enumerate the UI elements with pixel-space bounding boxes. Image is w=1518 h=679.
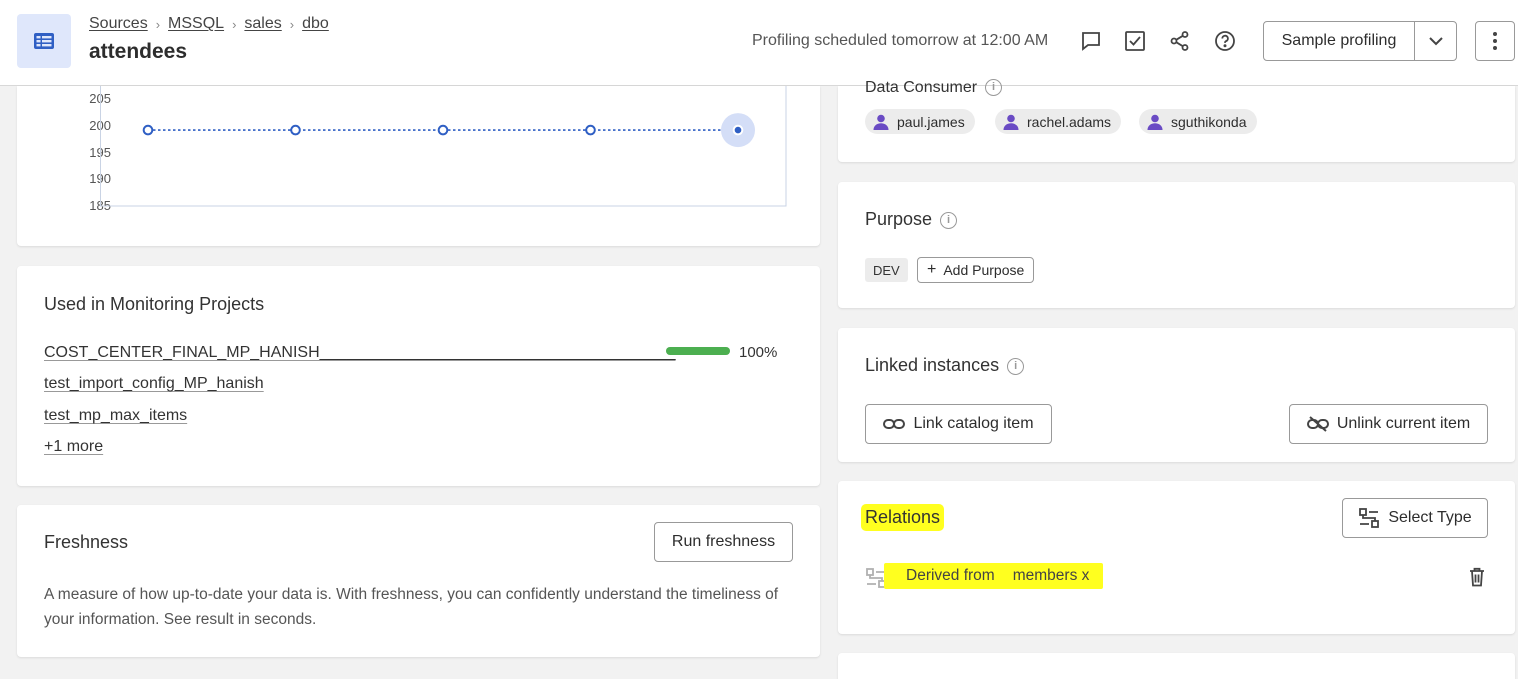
data-point[interactable] [142,124,154,136]
freshness-card: Freshness Run freshness A measure of how… [17,505,820,657]
monitoring-project-link[interactable]: COST_CENTER_FINAL_MP_HANISH_____________… [44,344,676,362]
trash-icon[interactable] [1469,567,1485,592]
chevron-right-icon: › [155,16,161,32]
relation-type-label: Derived from [906,567,995,584]
relations-card: Relations Select Type Derived from membe… [838,481,1515,634]
page-title: attendees [89,40,188,63]
info-icon[interactable]: i [1007,357,1025,375]
purpose-title: Purpose i [865,209,958,230]
breadcrumb: Sources › MSSQL › sales › dbo [89,15,329,33]
breadcrumb-sales[interactable]: sales [244,15,281,33]
share-icon[interactable] [1167,28,1193,54]
user-chip[interactable]: paul.james [865,109,975,134]
relation-row[interactable]: Derived from members x [884,563,1103,589]
monitoring-projects-title: Used in Monitoring Projects [44,294,265,314]
sample-profiling-label[interactable]: Sample profiling [1264,22,1415,60]
freshness-description-line: your information. See result in seconds. [44,611,317,628]
more-projects-link[interactable]: +1 more [44,438,103,456]
comment-icon[interactable] [1078,28,1104,54]
user-chip-label: sguthikonda [1171,113,1247,130]
link-catalog-item-button[interactable]: Link catalog item [865,404,1052,444]
chevron-right-icon: › [232,16,237,32]
add-purpose-button[interactable]: + Add Purpose [917,257,1035,283]
table-icon [17,14,71,68]
run-freshness-button[interactable]: Run freshness [654,522,793,562]
sample-profiling-button[interactable]: Sample profiling [1263,21,1457,61]
breadcrumb-mssql[interactable]: MSSQL [168,15,224,33]
relations-title: Relations [861,504,945,531]
plus-icon: + [927,261,937,278]
line-chart [100,86,787,207]
data-point[interactable] [732,124,744,136]
monitoring-projects-card: Used in Monitoring Projects COST_CENTER_… [17,266,820,486]
add-purpose-label: Add Purpose [943,262,1025,278]
unlink-current-item-button[interactable]: Unlink current item [1289,404,1488,444]
user-chip-label: rachel.adams [1027,113,1112,130]
avatar-icon [1003,114,1019,130]
chart-frame [100,86,787,207]
progress-bar-fill [666,347,730,355]
unlink-current-item-label: Unlink current item [1336,415,1471,432]
data-consumer-title: Data Consumer i [865,79,1003,97]
data-point[interactable] [437,124,449,136]
purpose-tag: DEV [865,258,908,282]
avatar-icon [1147,114,1163,130]
chevron-down-icon[interactable] [1415,22,1456,60]
linked-instances-title: Linked instances i [865,355,1025,376]
breadcrumb-sources[interactable]: Sources [89,15,148,33]
data-point[interactable] [290,124,301,136]
freshness-description: A measure of how up-to-date your data is… [44,582,778,632]
more-vertical-icon[interactable] [1475,21,1515,61]
link-icon [883,419,906,429]
user-chip[interactable]: rachel.adams [995,109,1122,134]
user-chip-label: paul.james [897,113,965,130]
purpose-title-text: Purpose [865,209,933,229]
page-header: Sources › MSSQL › sales › dbo attendees … [0,0,1518,86]
chevron-right-icon: › [289,16,295,32]
select-type-button[interactable]: Select Type [1342,498,1488,538]
info-icon[interactable]: i [985,79,1003,97]
linked-instances-card: Linked instances i Link catalog item Unli… [838,328,1515,462]
user-chip[interactable]: sguthikonda [1139,109,1257,134]
breadcrumb-dbo[interactable]: dbo [302,15,329,33]
info-icon[interactable]: i [940,211,958,229]
next-card [838,653,1515,679]
monitoring-project-link[interactable]: test_mp_max_items [44,407,187,425]
purpose-card: Purpose i [838,182,1515,308]
freshness-title: Freshness [44,532,129,552]
progress-bar [666,347,730,355]
data-point[interactable] [585,124,596,136]
monitoring-project-link[interactable]: test_import_config_MP_hanish [44,375,264,393]
link-catalog-item-label: Link catalog item [913,415,1034,432]
select-type-label: Select Type [1388,509,1472,526]
unlink-icon [1306,416,1329,432]
linked-instances-title-text: Linked instances [865,355,1000,375]
help-icon[interactable] [1212,28,1238,54]
profiling-schedule-text: Profiling scheduled tomorrow at 12:00 AM [752,32,1049,49]
avatar-icon [873,114,889,130]
progress-percent: 100% [739,344,778,361]
relation-type-icon [1359,508,1380,528]
profile-chart-card: 205 200 195 190 185 [17,86,820,246]
checkbox-icon[interactable] [1122,28,1148,54]
freshness-description-line: A measure of how up-to-date your data is… [44,586,779,603]
data-consumer-title-text: Data Consumer [865,79,978,96]
relation-target-link[interactable]: members x [1013,567,1090,585]
